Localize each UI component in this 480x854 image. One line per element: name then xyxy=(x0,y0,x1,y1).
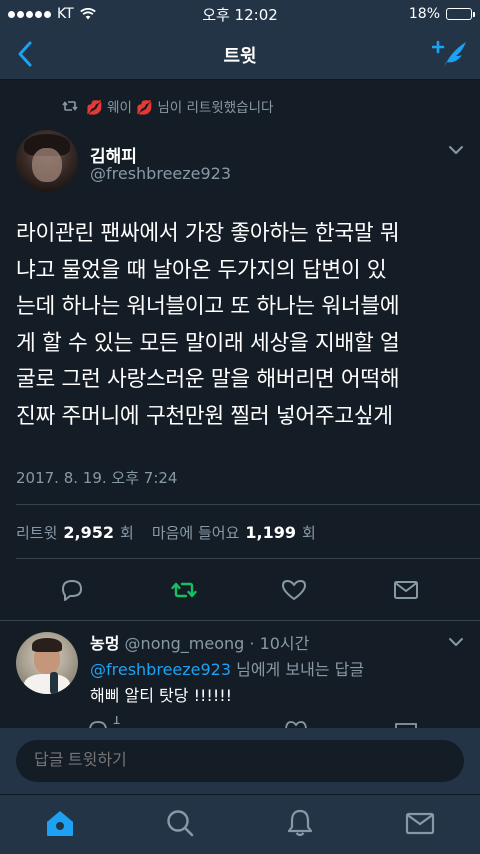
tweet-text-line: 는데 하나는 워너블이고 또 하나는 워너블에 xyxy=(16,294,400,319)
nav-bar: 트윗 xyxy=(0,28,480,80)
reply-to-mention[interactable]: @freshbreeze923 xyxy=(90,660,231,679)
heart-icon xyxy=(282,580,306,600)
reply-button[interactable] xyxy=(58,576,86,604)
retweet-small-icon xyxy=(62,101,78,111)
retweet-button[interactable] xyxy=(170,576,198,604)
chevron-down-icon[interactable] xyxy=(448,636,464,648)
search-icon xyxy=(167,810,194,837)
reply-time: · 10시간 xyxy=(249,634,310,653)
divider xyxy=(0,620,480,621)
tab-messages[interactable] xyxy=(404,807,436,839)
author-handle[interactable]: @freshbreeze923 xyxy=(90,164,231,183)
tweet-timestamp: 2017. 8. 19. 오후 7:24 xyxy=(16,469,178,487)
retweet-context[interactable]: 💋 웨이 💋 님이 리트윗했습니다 xyxy=(62,96,273,116)
reply-text: 해삐 알티 탓당 !!!!!! xyxy=(90,686,233,705)
tweet-text-line: 진짜 주머니에 구천만원 찔러 넣어주고싶게 xyxy=(16,403,393,429)
tab-home[interactable] xyxy=(44,807,76,839)
likes-unit: 회 xyxy=(302,524,316,542)
bell-icon xyxy=(287,809,313,837)
compose-tweet-button[interactable] xyxy=(431,38,468,70)
home-icon xyxy=(47,811,73,836)
mail-icon xyxy=(394,581,418,599)
tweet-author: 김해피 @freshbreeze923 xyxy=(16,130,464,194)
status-right: 18% xyxy=(408,6,475,22)
reply-count: 1 xyxy=(112,716,121,728)
divider xyxy=(16,558,480,559)
share-button[interactable] xyxy=(392,576,420,604)
likes-count[interactable]: 1,199 xyxy=(245,523,296,542)
author-avatar[interactable] xyxy=(16,130,78,192)
tab-search[interactable] xyxy=(164,807,196,839)
reply-header: 농멍 @nong_meong · 10시간 xyxy=(90,630,309,654)
battery-icon xyxy=(446,8,475,20)
tweet-text-line: 라이관린 팬싸에서 가장 좋아하는 한국말 뭐 xyxy=(16,221,400,246)
chevron-down-icon[interactable] xyxy=(448,144,464,156)
retweet-context-text: 💋 웨이 💋 님이 리트윗했습니다 xyxy=(86,100,274,116)
tweet-text-line: 굴로 그런 사랑스러운 말을 해버리면 어떡해 xyxy=(16,367,400,392)
reply-avatar[interactable] xyxy=(16,632,78,694)
mail-icon xyxy=(405,812,435,835)
reply-compose-bar xyxy=(0,728,480,794)
divider xyxy=(16,504,480,505)
retweets-label: 리트윗 xyxy=(16,524,58,542)
reply-icon xyxy=(62,580,82,601)
tweet-text-line: 냐고 물었을 때 날아온 두가지의 답변이 있 xyxy=(16,257,387,283)
reply-input[interactable] xyxy=(16,740,464,782)
tweet-text: 라이관린 팬싸에서 가장 좋아하는 한국말 뭐 냐고 물었을 때 날아온 두가지… xyxy=(16,216,468,435)
tweet-text-line: 게 할 수 있는 모든 말이래 세상을 지배할 얼 xyxy=(16,330,400,356)
status-bar: KT 오후 12:02 18% xyxy=(0,0,480,28)
reply-author-name[interactable]: 농멍 xyxy=(90,634,119,653)
page-title: 트윗 xyxy=(223,46,257,67)
compose-tweet-icon xyxy=(431,40,466,68)
tweet-stats: 리트윗 2,952 회 마음에 들어요 1,199 회 xyxy=(16,522,316,543)
likes-label: 마음에 들어요 xyxy=(151,524,240,542)
like-button[interactable] xyxy=(280,576,308,604)
reply-tweet[interactable]: 농멍 @nong_meong · 10시간 @freshbreeze923 님에… xyxy=(0,628,480,730)
tab-notifications[interactable] xyxy=(284,807,316,839)
retweet-icon xyxy=(171,582,197,598)
reply-to-suffix: 님에게 보내는 답글 xyxy=(231,660,365,679)
retweets-count[interactable]: 2,952 xyxy=(63,523,114,542)
reply-author-handle[interactable]: @nong_meong xyxy=(125,634,245,653)
battery-percent: 18% xyxy=(408,6,440,22)
tab-bar xyxy=(0,794,480,854)
reply-to-line: @freshbreeze923 님에게 보내는 답글 xyxy=(90,656,364,680)
tweet-actions xyxy=(0,572,480,608)
retweets-unit: 회 xyxy=(120,524,134,542)
